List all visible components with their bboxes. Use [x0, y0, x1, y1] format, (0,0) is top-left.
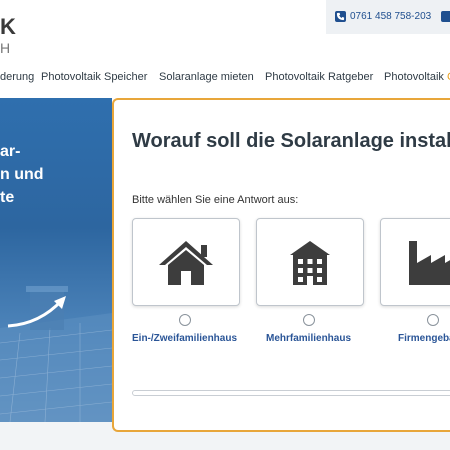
nav-item-foerderung[interactable]: derung — [0, 71, 34, 83]
hero-line-3: te — [0, 189, 15, 206]
logo-line-1: K — [0, 14, 17, 39]
apartment-building-icon — [290, 241, 330, 285]
radio-commercial-building[interactable] — [427, 314, 439, 326]
option-card-commercial-building[interactable] — [380, 218, 450, 306]
answer-prompt: Bitte wählen Sie eine Antwort aus: — [132, 194, 299, 206]
option-label-single-family-house[interactable]: Ein-/Zweifamilienhaus — [132, 333, 237, 344]
nav-item-photovoltaik-ratgeber[interactable]: Photovoltaik Ratgeber — [265, 71, 373, 83]
main-navigation: derung Photovoltaik Speicher Solaranlage… — [0, 66, 450, 88]
option-label-commercial-building[interactable]: Firmengebä — [398, 333, 450, 344]
questionnaire-card: Worauf soll die Solaranlage installie Bi… — [112, 98, 450, 432]
nav-item-photovoltaik-label: Photovoltaik — [384, 71, 444, 83]
phone-icon — [335, 11, 346, 22]
option-label-apartment-building[interactable]: Mehrfamilienhaus — [266, 333, 351, 344]
factory-icon — [409, 241, 450, 285]
radio-apartment-building[interactable] — [303, 314, 315, 326]
option-card-single-family-house[interactable] — [132, 218, 240, 306]
option-card-apartment-building[interactable] — [256, 218, 364, 306]
hero-line-2: n und — [0, 166, 44, 183]
contact-bar: 0761 458 758-203 — [326, 0, 450, 34]
question-title: Worauf soll die Solaranlage installie — [132, 130, 450, 152]
contact-icon[interactable] — [441, 11, 450, 22]
radio-single-family-house[interactable] — [179, 314, 191, 326]
progress-bar — [132, 390, 450, 396]
nav-item-photovoltaik-speicher[interactable]: Photovoltaik Speicher — [41, 71, 147, 83]
hero-banner: ar- n und te — [0, 98, 112, 422]
nav-item-photovoltaik[interactable]: Photovoltaik C — [384, 71, 450, 83]
house-icon — [159, 241, 213, 285]
phone-number[interactable]: 0761 458 758-203 — [350, 11, 431, 22]
nav-item-solaranlage-mieten[interactable]: Solaranlage mieten — [159, 71, 254, 83]
hero-line-1: ar- — [0, 143, 21, 160]
logo-line-2: H — [0, 40, 13, 56]
